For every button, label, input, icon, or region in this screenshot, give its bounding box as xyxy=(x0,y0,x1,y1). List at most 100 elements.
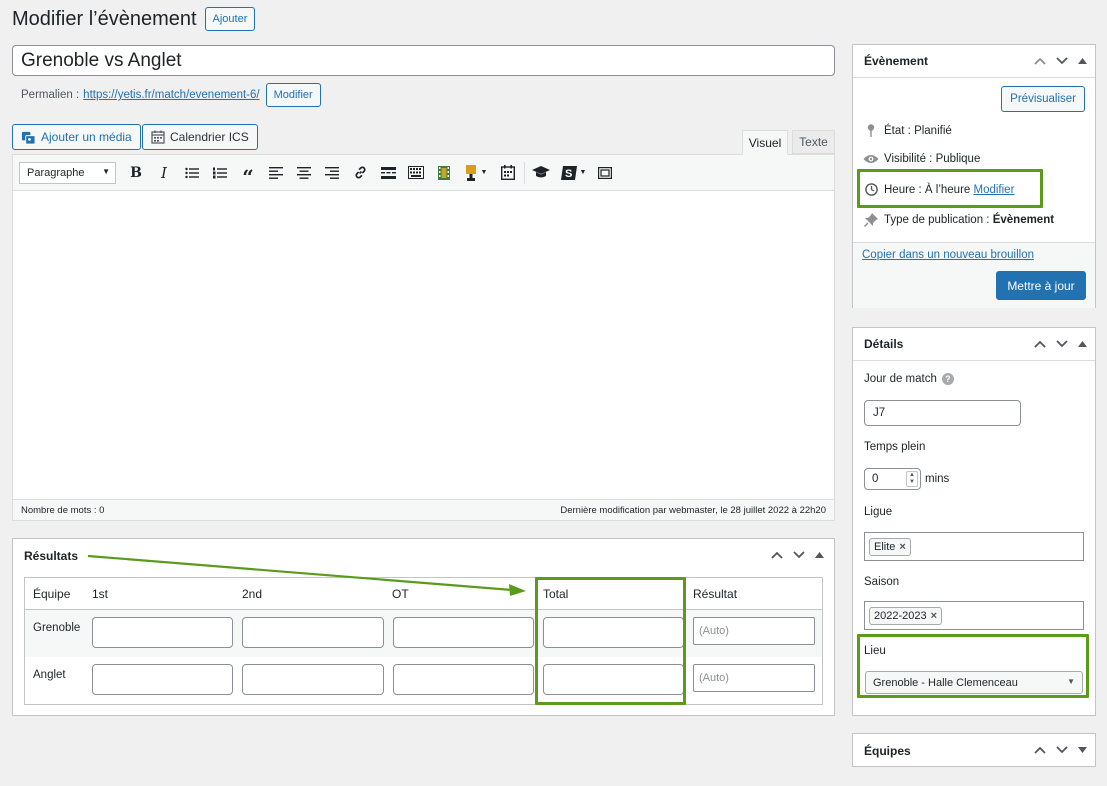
time-row: Heure : À l’heure Modifier xyxy=(862,183,1014,196)
preview-button[interactable]: Prévisualiser xyxy=(1001,86,1085,112)
format-select-value: Paragraphe xyxy=(27,166,85,179)
blockquote-button[interactable]: “ xyxy=(236,161,260,187)
embed-button[interactable] xyxy=(593,161,617,185)
venue-value: Grenoble - Halle Clemenceau xyxy=(873,676,1018,689)
calendar-button[interactable] xyxy=(496,161,520,185)
numbered-list-button[interactable] xyxy=(208,161,232,185)
svg-text:S: S xyxy=(565,168,572,180)
bold-button[interactable]: B xyxy=(124,161,148,185)
tab-visual[interactable]: Visuel xyxy=(742,130,788,155)
expand-icon[interactable] xyxy=(1078,747,1087,753)
editor: Paragraphe ▼ B I “ ▼ S ▼ Nombre de mots … xyxy=(12,154,835,521)
score-1st-input[interactable] xyxy=(92,617,233,648)
read-more-icon xyxy=(380,166,396,179)
number-stepper[interactable]: ▲ ▼ xyxy=(906,471,918,487)
bullet-list-icon xyxy=(185,167,199,178)
align-center-button[interactable] xyxy=(292,161,316,185)
col-1st: 1st xyxy=(92,587,109,601)
result-input[interactable]: (Auto) xyxy=(693,664,815,692)
score-2nd-input[interactable] xyxy=(242,617,384,648)
media-icon xyxy=(21,131,36,145)
fulltime-input[interactable]: 0 ▲ ▼ xyxy=(864,468,921,490)
score-1st-input[interactable] xyxy=(92,664,233,695)
details-panel-header[interactable]: Détails xyxy=(853,328,1095,361)
results-table: Équipe 1st 2nd OT Total Résultat Grenobl… xyxy=(24,577,823,705)
eye-icon xyxy=(863,155,879,163)
film-strip-button[interactable] xyxy=(432,161,456,185)
publish-panel-header[interactable]: Évènement xyxy=(853,45,1095,78)
remove-tag-icon[interactable]: × xyxy=(899,541,905,553)
season-tag-label: 2022-2023 xyxy=(874,609,927,622)
move-down-icon[interactable] xyxy=(793,551,805,559)
remove-tag-icon[interactable]: × xyxy=(931,610,937,622)
post-title-input[interactable]: Grenoble vs Anglet xyxy=(12,45,835,76)
ics-calendar-button[interactable]: Calendrier ICS xyxy=(142,124,258,150)
type-value: Évènement xyxy=(992,214,1055,226)
graduation-cap-icon xyxy=(532,166,550,178)
score-total-input[interactable] xyxy=(543,664,684,695)
collapse-icon[interactable] xyxy=(1078,341,1087,347)
matchday-input[interactable]: J7 xyxy=(864,400,1021,426)
shortcode-button[interactable]: S ▼ xyxy=(557,161,589,185)
italic-button[interactable]: I xyxy=(152,161,176,185)
permalink-edit-button[interactable]: Modifier xyxy=(265,83,321,107)
season-label: Saison xyxy=(864,576,900,588)
word-count: Nombre de mots : 0 xyxy=(21,504,105,516)
results-panel-title: Résultats xyxy=(24,548,79,563)
graduation-cap-button[interactable] xyxy=(529,161,553,185)
pin-icon xyxy=(867,124,875,137)
fulltime-label: Temps plein xyxy=(864,441,926,453)
season-select[interactable]: 2022-2023 × xyxy=(864,601,1084,630)
score-2nd-input[interactable] xyxy=(242,664,384,695)
add-new-button[interactable]: Ajouter xyxy=(204,7,256,31)
update-button[interactable]: Mettre à jour xyxy=(996,271,1086,300)
move-up-icon[interactable] xyxy=(1034,57,1046,65)
permalink-url[interactable]: https://yetis.fr/match/evenement-6/ xyxy=(83,89,259,101)
score-total-input[interactable] xyxy=(543,617,684,648)
align-left-icon xyxy=(269,166,283,179)
results-panel-header[interactable]: Résultats xyxy=(13,539,834,572)
chevron-down-icon: ▼ xyxy=(1067,677,1075,686)
result-input[interactable]: (Auto) xyxy=(693,617,815,645)
result-placeholder: (Auto) xyxy=(699,625,729,637)
bullet-list-button[interactable] xyxy=(180,161,204,185)
align-left-button[interactable] xyxy=(264,161,288,185)
move-down-icon[interactable] xyxy=(1056,57,1068,65)
copy-draft-link[interactable]: Copier dans un nouveau brouillon xyxy=(862,249,1034,261)
trophy-button[interactable]: ▼ xyxy=(460,161,492,185)
editor-content-area[interactable] xyxy=(13,191,834,499)
move-down-icon[interactable] xyxy=(1056,746,1068,754)
visibility-value: Publique xyxy=(935,153,981,165)
collapse-icon[interactable] xyxy=(815,552,824,558)
clock-icon xyxy=(864,183,878,196)
align-right-button[interactable] xyxy=(320,161,344,185)
format-select[interactable]: Paragraphe ▼ xyxy=(19,161,116,184)
embed-icon xyxy=(598,166,612,179)
venue-select[interactable]: Grenoble - Halle Clemenceau ▼ xyxy=(865,671,1083,694)
move-up-icon[interactable] xyxy=(771,551,783,559)
move-up-icon[interactable] xyxy=(1034,746,1046,754)
help-icon[interactable]: ? xyxy=(941,373,954,385)
toolbar-toggle-button[interactable] xyxy=(404,161,428,185)
table-row: Grenoble (Auto) xyxy=(25,610,822,657)
fulltime-unit: mins xyxy=(925,473,950,485)
add-media-button[interactable]: Ajouter un média xyxy=(12,124,141,150)
status-value: Planifié xyxy=(914,124,952,137)
score-ot-input[interactable] xyxy=(393,664,534,695)
read-more-button[interactable] xyxy=(376,161,400,185)
league-tag-label: Elite xyxy=(874,540,896,553)
col-ot: OT xyxy=(392,587,409,601)
score-ot-input[interactable] xyxy=(393,617,534,648)
editor-status-bar: Nombre de mots : 0 Dernière modification… xyxy=(13,499,834,520)
results-header-row: Équipe 1st 2nd OT Total Résultat xyxy=(25,578,822,610)
insert-link-button[interactable] xyxy=(348,161,372,185)
time-edit-link[interactable]: Modifier xyxy=(974,184,1015,196)
teams-panel-header[interactable]: Équipes xyxy=(853,734,1095,767)
collapse-icon[interactable] xyxy=(1078,58,1087,64)
move-up-icon[interactable] xyxy=(1034,340,1046,348)
tab-text[interactable]: Texte xyxy=(792,130,835,154)
fulltime-value: 0 xyxy=(872,473,879,485)
move-down-icon[interactable] xyxy=(1056,340,1068,348)
league-select[interactable]: Elite × xyxy=(864,532,1084,561)
last-modified: Dernière modification par webmaster, le … xyxy=(560,504,826,516)
